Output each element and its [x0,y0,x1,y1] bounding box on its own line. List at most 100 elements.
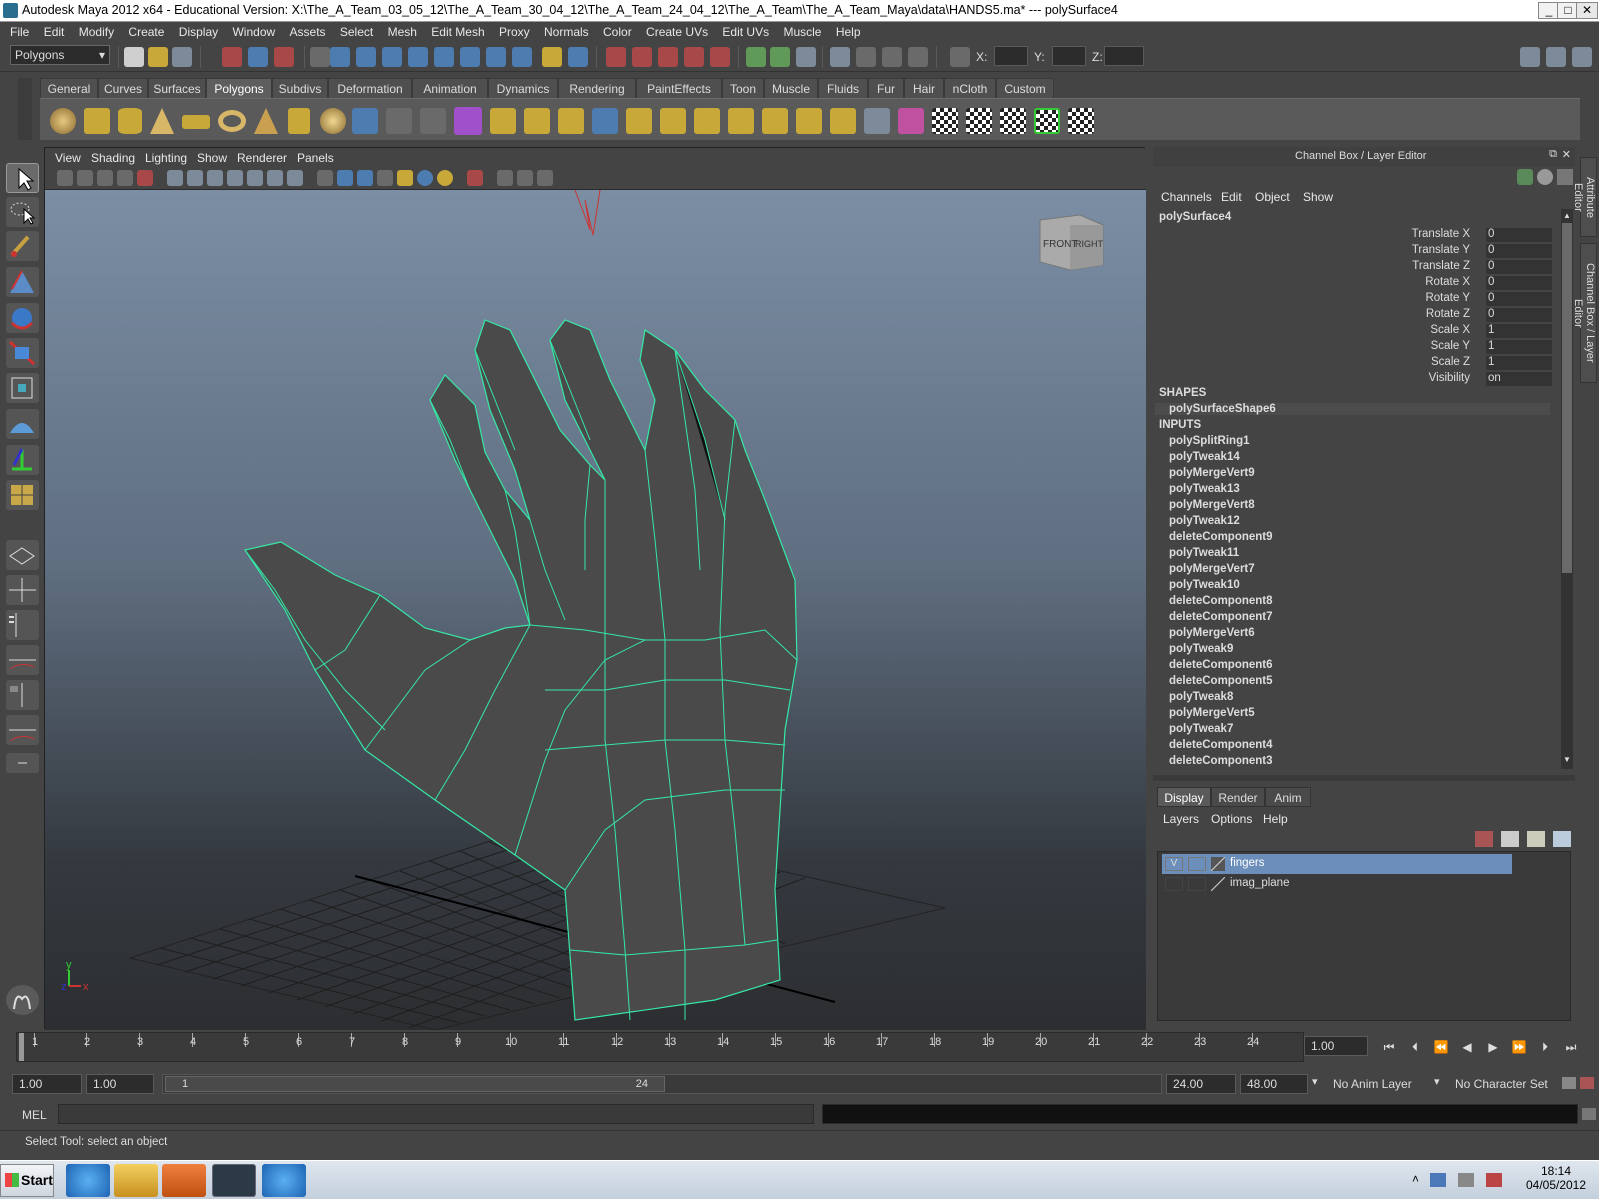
anim-layer-dropdown[interactable]: No Anim Layer [1326,1074,1438,1094]
camera-attributes-icon[interactable] [77,170,93,186]
channel-box-mode-icon[interactable] [1517,169,1533,185]
layer-editor-mode-icon[interactable] [1537,169,1553,185]
viewport-menu-view[interactable]: View [55,151,81,165]
tray-speaker-icon[interactable] [1486,1173,1502,1187]
last-tool-icon[interactable] [6,480,39,510]
input-node[interactable]: polyTweak7 [1169,723,1233,735]
chevron-down-icon[interactable]: ▾ [1434,1075,1440,1088]
layer-visibility-toggle[interactable] [1165,877,1183,891]
attr-value[interactable]: on [1486,372,1552,386]
layer-color-swatch[interactable] [1211,877,1225,891]
poly-cone-icon[interactable] [150,108,174,134]
extrude-icon[interactable] [490,108,516,134]
input-node[interactable]: polyTweak14 [1169,451,1240,463]
move-tool-icon[interactable] [6,267,39,297]
poke-face-icon[interactable] [796,108,822,134]
transform-field-icon[interactable] [950,47,970,67]
attr-translate-x[interactable]: Translate X 0 [1155,227,1555,243]
open-scene-icon[interactable] [148,47,168,67]
save-scene-icon[interactable] [172,47,192,67]
layer-row-imag-plane[interactable]: imag_plane [1162,874,1512,894]
input-node[interactable]: polyTweak11 [1169,547,1239,559]
input-node[interactable]: polyTweak13 [1169,483,1240,495]
z-field[interactable] [1104,46,1144,66]
channel-menu-edit[interactable]: Edit [1221,190,1242,204]
step-forward-frame-icon[interactable]: ⏵ [1534,1036,1556,1058]
soft-mod-tool-icon[interactable] [6,409,39,439]
use-all-lights-icon[interactable] [397,170,413,186]
step-back-key-icon[interactable]: ⏪ [1430,1036,1452,1058]
render-view-icon[interactable] [830,47,850,67]
poly-torus-icon[interactable] [218,110,246,132]
xray-icon[interactable] [497,170,513,186]
input-node[interactable]: polyTweak9 [1169,643,1233,655]
input-node[interactable]: deleteComponent5 [1169,675,1273,687]
menu-muscle[interactable]: Muscle [783,22,821,39]
go-to-end-icon[interactable]: ⏭ [1560,1036,1582,1058]
play-forwards-icon[interactable]: ▶ [1482,1036,1504,1058]
explorer-taskbar-icon[interactable] [114,1164,158,1197]
script-editor-icon[interactable] [1582,1108,1596,1120]
show-hidden-icons-icon[interactable]: ˄ [1412,1172,1419,1186]
resolution-gate-icon[interactable] [207,170,223,186]
move-layer-down-icon[interactable] [1501,831,1519,847]
start-button[interactable]: Start [0,1164,54,1197]
attr-value[interactable]: 0 [1486,292,1552,306]
menu-help[interactable]: Help [836,22,861,39]
tab-polygons[interactable]: Polygons [206,78,272,98]
tab-render[interactable]: Render [1211,787,1265,807]
range-slider[interactable]: 1 24 [162,1074,1162,1094]
uv-checker-5-icon[interactable] [1068,108,1094,134]
grid-toggle-icon[interactable] [167,170,183,186]
panel-splitter[interactable] [1153,775,1575,781]
float-panel-icon[interactable]: ⧉ [1549,148,1557,161]
tab-deformation[interactable]: Deformation [328,78,412,98]
attr-value[interactable]: 0 [1486,244,1552,258]
tab-rendering[interactable]: Rendering [558,78,636,98]
bevel-icon[interactable] [694,108,720,134]
camera-lock-icon[interactable] [137,170,153,186]
viewport-menu-shading[interactable]: Shading [91,151,135,165]
menu-window[interactable]: Window [232,22,275,39]
curve-fragment[interactable] [574,190,601,236]
menu-proxy[interactable]: Proxy [499,22,530,39]
attr-rotate-x[interactable]: Rotate X 0 [1155,275,1555,291]
combine-icon[interactable] [352,108,378,134]
tab-fluids[interactable]: Fluids [818,78,868,98]
menu-assets[interactable]: Assets [290,22,326,39]
time-slider[interactable]: 1 2 3 4 5 6 7 8 9 10 11 12 13 14 15 16 1… [16,1032,1304,1062]
menu-file[interactable]: File [10,22,29,39]
field-chart-icon[interactable] [247,170,263,186]
close-button[interactable]: ✕ [1576,2,1598,19]
select-component-icon[interactable] [274,47,294,67]
poly-cylinder-icon[interactable] [118,108,142,134]
snap-point-icon[interactable] [658,47,678,67]
select-curves-icon[interactable] [382,47,402,67]
range-slider-thumb[interactable]: 1 24 [165,1076,665,1092]
attr-value[interactable]: 1 [1486,340,1552,354]
viewport-menu-lighting[interactable]: Lighting [145,151,187,165]
character-set-dropdown[interactable]: No Character Set [1448,1074,1558,1094]
channel-menu-show[interactable]: Show [1303,190,1333,204]
wireframe-on-shaded-icon[interactable] [357,170,373,186]
playback-start-field[interactable]: 1.00 [86,1074,154,1094]
input-node[interactable]: deleteComponent6 [1169,659,1273,671]
poly-pyramid-icon[interactable] [254,108,278,134]
mask-menu-icon[interactable] [310,47,330,67]
menu-color[interactable]: Color [603,22,632,39]
output-ops-icon[interactable] [770,47,790,67]
smooth-icon[interactable] [454,107,482,135]
new-scene-icon[interactable] [124,47,144,67]
tab-display[interactable]: Display [1157,787,1211,807]
object-name[interactable]: polySurface4 [1159,211,1231,223]
menu-edit-mesh[interactable]: Edit Mesh [431,22,484,39]
attr-scale-y[interactable]: Scale Y 1 [1155,339,1555,355]
scroll-down-icon[interactable]: ▼ [1562,755,1572,765]
wedge-face-icon[interactable] [830,108,856,134]
separate-icon[interactable] [386,108,412,134]
tray-network-icon[interactable] [1430,1173,1446,1187]
tab-general[interactable]: General [40,78,98,98]
menu-edit[interactable]: Edit [44,22,65,39]
attr-value[interactable]: 0 [1486,308,1552,322]
ie-taskbar-icon[interactable] [66,1164,110,1197]
